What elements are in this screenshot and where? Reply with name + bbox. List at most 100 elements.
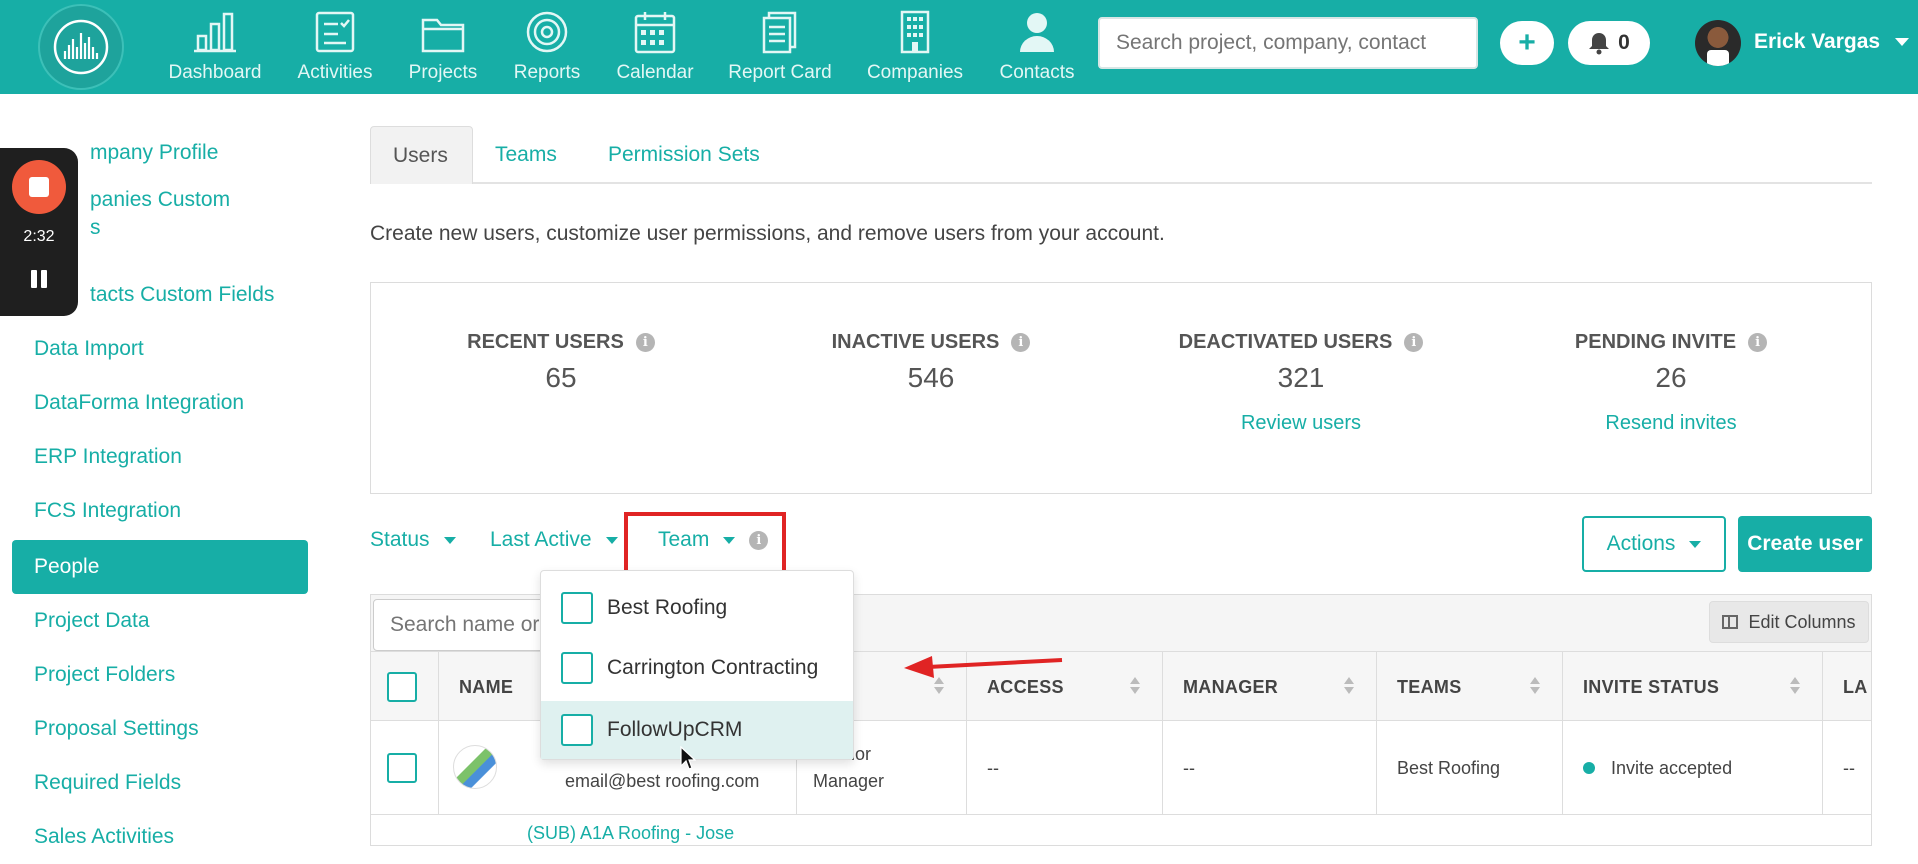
column-label: TEAMS [1397, 676, 1462, 697]
notifications-button[interactable]: 0 [1568, 21, 1650, 65]
stat-value: 321 [1277, 362, 1325, 393]
filter-last-active[interactable]: Last Active [490, 528, 618, 552]
filter-label: Last Active [490, 528, 592, 551]
user-name-link[interactable]: (SUB) A1A Roofing - Jose [527, 823, 734, 844]
target-icon [526, 11, 568, 53]
nav-dashboard[interactable]: Dashboard [165, 10, 265, 86]
nav-label: Reports [513, 62, 581, 83]
sort-icon[interactable] [1790, 677, 1800, 695]
resend-invites-link[interactable]: Resend invites [1541, 412, 1801, 435]
stat-label: DEACTIVATED USERS [1178, 331, 1393, 353]
sidebar-item-people[interactable]: People [12, 540, 308, 594]
nav-activities[interactable]: Activities [290, 10, 380, 86]
table-row[interactable]: (SUB) A1A Roofing - Jose [371, 815, 1871, 845]
columns-icon [1722, 615, 1739, 629]
nav-label: Companies [866, 62, 964, 83]
sidebar-item-label: tacts Custom Fields [90, 283, 275, 306]
sidebar-item-project-data[interactable]: Project Data [12, 594, 308, 648]
nav-contacts[interactable]: Contacts [990, 10, 1084, 86]
annotation-arrow-icon [904, 656, 1063, 678]
sidebar-item-data-import[interactable]: Data Import [12, 322, 308, 376]
actions-button[interactable]: Actions [1582, 516, 1726, 572]
option-checkbox[interactable] [561, 652, 593, 684]
user-avatar[interactable] [1695, 20, 1741, 66]
info-icon[interactable]: i [1011, 333, 1031, 352]
sidebar-item-project-folders[interactable]: Project Folders [12, 648, 308, 702]
sidebar-item-erp-integration[interactable]: ERP Integration [12, 430, 308, 484]
nav-calendar[interactable]: Calendar [610, 10, 700, 86]
sidebar-item-dataforma-integration[interactable]: DataForma Integration [12, 376, 308, 430]
status-dot-icon [1583, 762, 1595, 774]
team-option-followupcrm[interactable]: FollowUpCRM [541, 701, 853, 759]
sidebar-item-label: mpany Profile [90, 141, 219, 164]
nav-reports[interactable]: Reports [506, 10, 588, 86]
tab-teams[interactable]: Teams [473, 126, 579, 184]
stat-value: 65 [545, 362, 577, 393]
teams-cell: Best Roofing [1377, 721, 1563, 815]
create-user-button[interactable]: Create user [1738, 516, 1872, 572]
user-stats-panel: RECENT USERS i 65 INACTIVE USERS i 546 DEA… [370, 282, 1872, 494]
screen-recorder-widget: 2:32 [0, 148, 78, 316]
column-label: NAME [459, 676, 514, 697]
top-nav: Dashboard Activities Projects Reports Ca… [0, 0, 1918, 94]
info-icon[interactable]: i [635, 333, 655, 352]
sort-icon[interactable] [1530, 677, 1540, 695]
sidebar-item-sales-activities[interactable]: Sales Activities [12, 810, 308, 864]
info-icon[interactable]: i [1748, 333, 1768, 352]
role-text: ior [851, 744, 872, 764]
global-search-input[interactable] [1098, 17, 1478, 69]
bar-chart-icon [194, 12, 236, 53]
info-icon[interactable]: i [1404, 333, 1424, 352]
manager-cell: -- [1163, 721, 1377, 815]
folder-icon [421, 18, 465, 53]
filter-status[interactable]: Status [370, 528, 456, 552]
sort-icon[interactable] [1344, 677, 1354, 695]
row-checkbox[interactable] [387, 753, 417, 783]
person-icon [1020, 13, 1054, 52]
nav-label: Calendar [616, 62, 694, 83]
checklist-icon [315, 11, 355, 53]
user-name[interactable]: Erick Vargas [1754, 30, 1880, 54]
nav-projects[interactable]: Projects [400, 10, 486, 86]
nav-label: Projects [408, 62, 478, 83]
invite-status-cell: Invite accepted [1563, 721, 1823, 815]
option-label: FollowUpCRM [607, 718, 743, 741]
stat-label: INACTIVE USERS [831, 331, 1000, 353]
edit-columns-button[interactable]: Edit Columns [1709, 601, 1869, 643]
tab-permission-sets[interactable]: Permission Sets [586, 126, 782, 184]
add-button[interactable]: + [1500, 21, 1554, 65]
row-select-cell [371, 721, 439, 815]
calendar-icon [634, 12, 676, 54]
filter-label: Status [370, 528, 430, 551]
column-header-teams[interactable]: TEAMS [1377, 652, 1563, 722]
column-header-last[interactable]: LA [1823, 652, 1871, 722]
option-checkbox[interactable] [561, 592, 593, 624]
last-cell: -- [1823, 721, 1871, 815]
sidebar-item-proposal-settings[interactable]: Proposal Settings [12, 702, 308, 756]
role-text-line2: Manager [813, 771, 885, 791]
team-option-best-roofing[interactable]: Best Roofing [541, 579, 853, 637]
pause-icon[interactable] [28, 268, 50, 290]
sidebar-item-fcs-integration[interactable]: FCS Integration [12, 484, 308, 538]
recording-timer: 2:32 [23, 228, 55, 245]
people-tabs: Users Teams Permission Sets [370, 126, 1872, 184]
sidebar-item-required-fields[interactable]: Required Fields [12, 756, 308, 810]
column-header-manager[interactable]: MANAGER [1163, 652, 1377, 722]
stop-recording-button[interactable] [12, 160, 66, 214]
nav-report-card[interactable]: Report Card [722, 10, 838, 86]
team-option-carrington-contracting[interactable]: Carrington Contracting [541, 639, 853, 697]
select-all-checkbox[interactable] [387, 672, 417, 702]
nav-companies[interactable]: Companies [864, 10, 966, 86]
sort-icon[interactable] [1130, 677, 1140, 695]
select-all-cell [371, 652, 439, 722]
user-avatar-image [453, 745, 497, 789]
option-checkbox[interactable] [561, 714, 593, 746]
notification-count: 0 [1618, 31, 1630, 54]
logo[interactable] [38, 4, 124, 90]
team-filter-dropdown: Best Roofing Carrington Contracting Foll… [540, 570, 854, 760]
user-menu-caret-icon[interactable] [1895, 38, 1909, 46]
stat-deactivated-users: DEACTIVATED USERS i 321 Review users [1171, 331, 1431, 435]
column-header-invite-status[interactable]: INVITE STATUS [1563, 652, 1823, 722]
tab-users[interactable]: Users [370, 126, 473, 184]
review-users-link[interactable]: Review users [1171, 412, 1431, 435]
